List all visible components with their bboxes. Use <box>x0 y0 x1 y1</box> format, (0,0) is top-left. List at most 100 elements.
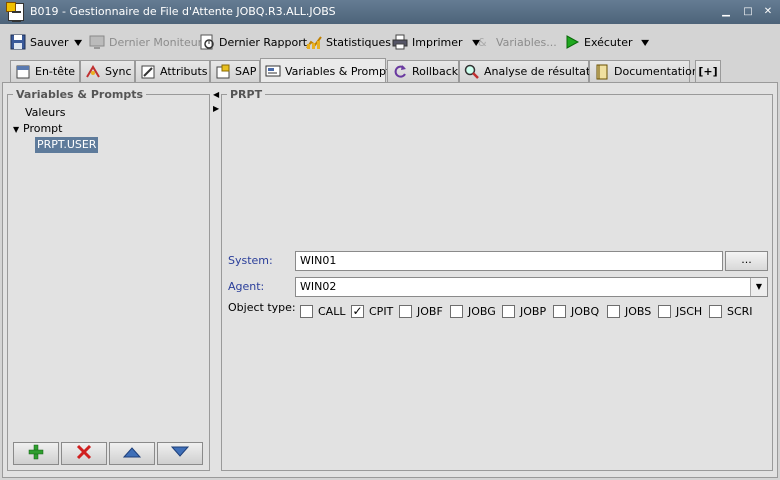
tree-item-prpt-user[interactable]: PRPT.USER <box>35 137 99 153</box>
variables-prompts-icon <box>265 63 281 79</box>
tab-analyse-resultats[interactable]: Analyse de résultats <box>459 60 596 82</box>
sap-icon <box>215 64 231 80</box>
variables-prompts-panel: Variables & Prompts Valeurs ▼ Prompt PRPT… <box>7 88 210 471</box>
last-monitor-label: Dernier Moniteur <box>109 35 203 49</box>
chevron-down-icon[interactable]: ▼ <box>74 38 82 47</box>
checkbox-label: JOBS <box>625 304 652 318</box>
panel-title: Variables & Prompts <box>13 88 147 101</box>
statistics-button[interactable]: Statistiques <box>306 28 391 56</box>
agent-value: WIN02 <box>300 280 337 293</box>
last-report-button[interactable]: Dernier Rapport <box>199 28 307 56</box>
last-report-label: Dernier Rapport <box>219 35 308 49</box>
object-type-option-jobp[interactable]: JOBP <box>502 303 546 319</box>
tab-en-tete[interactable]: En-tête <box>10 60 80 82</box>
object-type-option-call[interactable]: CALL <box>300 303 345 319</box>
tree-item-valeurs[interactable]: Valeurs <box>25 105 65 121</box>
tab-sync[interactable]: Sync <box>80 60 135 82</box>
play-icon <box>564 34 580 50</box>
prompt-panel: PRPT System: WIN01 ... Agent: WIN02 ▼ Ob… <box>221 88 773 471</box>
chevron-down-icon[interactable]: ▼ <box>750 278 767 296</box>
tab-label: Attributs <box>160 65 208 78</box>
tab-label: SAP <box>235 65 257 78</box>
panel-splitter[interactable]: ◀ ▶ <box>213 88 219 118</box>
checkbox-label: JSCH <box>676 304 703 318</box>
tab-documentation[interactable]: Documentation <box>589 60 699 82</box>
book-icon <box>594 64 610 80</box>
checkbox[interactable]: ✓ <box>351 304 364 318</box>
tab-variables-prompts[interactable]: Variables & Prompts <box>260 58 396 83</box>
agent-select[interactable]: WIN02 ▼ <box>295 277 768 297</box>
printer-icon <box>392 34 408 50</box>
last-monitor-button[interactable]: Dernier Moniteur <box>89 28 202 56</box>
object-type-option-jobg[interactable]: JOBG <box>450 303 496 319</box>
floppy-disk-icon <box>10 34 26 50</box>
checkbox[interactable] <box>399 304 412 318</box>
expand-right-icon[interactable]: ▶ <box>213 104 219 113</box>
checkbox[interactable] <box>658 304 671 318</box>
tab-sap[interactable]: SAP <box>210 60 260 82</box>
app-icon <box>6 2 24 22</box>
tab-add[interactable]: [+] <box>695 60 721 82</box>
close-icon[interactable]: ✕ <box>762 6 774 18</box>
tab-rollback[interactable]: Rollback <box>387 60 459 82</box>
object-type-option-scri[interactable]: SCRI <box>709 303 753 319</box>
tab-label: Rollback <box>412 65 459 78</box>
checkbox[interactable] <box>607 304 620 318</box>
sync-icon <box>85 64 101 80</box>
system-browse-button[interactable]: ... <box>725 251 768 271</box>
checkbox-label: CPIT <box>369 304 394 318</box>
save-label: Sauver <box>30 35 69 49</box>
print-label: Imprimer <box>412 35 463 49</box>
save-button[interactable]: Sauver ▼ <box>10 28 82 56</box>
tree-item-prompt[interactable]: ▼ Prompt <box>13 121 62 137</box>
chevron-down-icon[interactable]: ▼ <box>641 38 649 47</box>
checkbox[interactable] <box>502 304 515 318</box>
checkbox[interactable] <box>709 304 722 318</box>
window-title: B019 - Gestionnaire de File d'Attente JO… <box>30 5 336 18</box>
tab-label: En-tête <box>35 65 76 78</box>
system-label: System: <box>228 254 273 267</box>
plus-icon <box>28 444 44 463</box>
header-icon <box>15 64 31 80</box>
collapse-left-icon[interactable]: ◀ <box>213 90 219 99</box>
checkbox[interactable] <box>300 304 313 318</box>
delete-button[interactable] <box>61 442 107 465</box>
checkbox[interactable] <box>450 304 463 318</box>
object-type-option-cpit[interactable]: ✓ CPIT <box>351 303 393 319</box>
chart-icon <box>306 34 322 50</box>
system-field[interactable]: WIN01 <box>295 251 723 271</box>
tree-expand-icon[interactable]: ▼ <box>13 122 23 138</box>
object-type-option-jobf[interactable]: JOBF <box>399 303 443 319</box>
title-bar: B019 - Gestionnaire de File d'Attente JO… <box>0 0 780 24</box>
report-icon <box>199 34 215 50</box>
svg-text:&: & <box>478 36 487 49</box>
checkbox[interactable] <box>553 304 566 318</box>
add-button[interactable] <box>13 442 59 465</box>
tab-label: Variables & Prompts <box>285 64 397 78</box>
tab-label: Sync <box>105 65 132 78</box>
monitor-icon <box>89 34 105 50</box>
checkbox-label: JOBF <box>417 304 443 318</box>
rollback-icon <box>392 64 408 80</box>
object-type-label: Object type: <box>228 301 296 314</box>
variables-label: Variables... <box>496 35 557 49</box>
arrow-down-icon <box>170 446 190 461</box>
agent-label: Agent: <box>228 280 265 293</box>
panel-title: PRPT <box>227 88 266 101</box>
variables-button[interactable]: & Variables... <box>478 28 557 56</box>
object-type-option-jsch[interactable]: JSCH <box>658 303 702 319</box>
variables-icon: & <box>478 34 492 50</box>
move-down-button[interactable] <box>157 442 203 465</box>
execute-button[interactable]: Exécuter ▼ <box>564 28 649 56</box>
print-button[interactable]: Imprimer ▼ <box>392 28 480 56</box>
move-up-button[interactable] <box>109 442 155 465</box>
minimize-icon[interactable]: ▁ <box>720 6 732 18</box>
maximize-icon[interactable]: □ <box>742 6 754 18</box>
object-type-option-jobs[interactable]: JOBS <box>607 303 651 319</box>
toolbar: Sauver ▼ Dernier Moniteur Dernier Rappor… <box>0 28 780 56</box>
object-type-option-jobq[interactable]: JOBQ <box>553 303 599 319</box>
delete-icon <box>76 444 92 463</box>
tab-attributs[interactable]: Attributs <box>135 60 210 82</box>
execute-label: Exécuter <box>584 35 633 49</box>
checkbox-label: JOBP <box>520 304 547 318</box>
